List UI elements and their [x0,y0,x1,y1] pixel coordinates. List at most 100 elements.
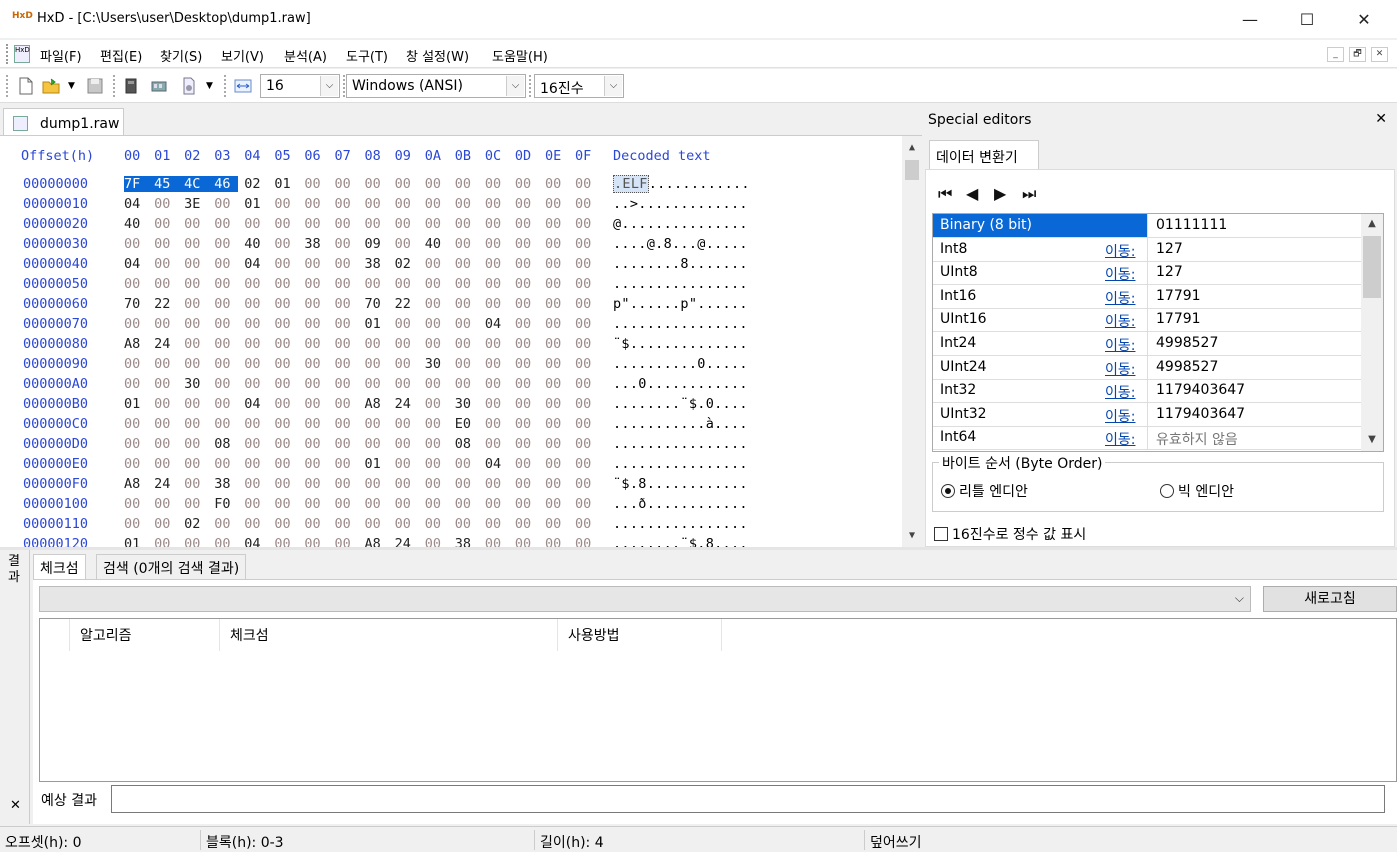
hex-byte[interactable]: 00 [485,376,509,392]
hex-byte[interactable]: 00 [455,196,479,212]
hex-byte[interactable]: F0 [214,496,238,512]
hex-byte[interactable]: 00 [244,376,268,392]
hex-byte[interactable]: E0 [455,416,479,432]
next-icon[interactable]: ▶ [994,184,1006,203]
decoded-text[interactable]: ................ [613,316,748,332]
hex-byte[interactable]: 00 [274,396,298,412]
hex-byte[interactable]: 00 [214,356,238,372]
hex-byte[interactable]: 00 [304,196,328,212]
hex-byte[interactable]: 00 [304,256,328,272]
little-endian-radio[interactable]: 리틀 엔디안 [941,481,1028,501]
hex-byte[interactable]: 00 [425,516,449,532]
hex-byte[interactable]: 00 [395,416,419,432]
hex-byte[interactable]: 24 [395,396,419,412]
hex-byte[interactable]: 00 [455,496,479,512]
hex-byte[interactable]: 40 [244,236,268,252]
hex-byte[interactable]: 24 [154,476,178,492]
hex-byte[interactable]: 00 [334,356,358,372]
goto-link[interactable]: 이동: [1105,335,1135,355]
hex-byte[interactable]: 00 [154,456,178,472]
hex-byte[interactable]: 00 [184,296,208,312]
column-usage[interactable]: 사용방법 [558,619,722,651]
hex-row[interactable]: 00000100 00 00 00 F0 00 00 00 00 00 00 00 00 00 00 00 00… [0,496,900,516]
hex-byte[interactable]: 00 [545,256,569,272]
hex-byte[interactable]: 00 [334,316,358,332]
hex-byte[interactable]: 00 [575,476,599,492]
hex-byte[interactable]: 00 [575,396,599,412]
close-button[interactable]: ✕ [1336,0,1392,38]
hex-byte[interactable]: 00 [244,456,268,472]
hex-byte[interactable]: 00 [334,196,358,212]
hex-byte[interactable]: 00 [395,176,419,192]
hex-byte[interactable]: 00 [124,276,148,292]
hex-row[interactable]: 00000010 04 00 3E 00 01 00 00 00 00 00 00 00 00 00 00 00… [0,196,900,216]
hex-byte[interactable]: 00 [274,516,298,532]
hex-byte[interactable]: 00 [365,176,389,192]
hex-byte[interactable]: 00 [184,476,208,492]
hex-byte[interactable]: 00 [575,496,599,512]
hex-byte[interactable]: 00 [124,376,148,392]
hex-byte[interactable]: 00 [214,396,238,412]
hex-byte[interactable]: 00 [214,336,238,352]
inspector-scrollbar[interactable]: ▲ ▼ [1361,214,1383,451]
hex-byte[interactable]: 00 [455,336,479,352]
hex-byte[interactable]: 38 [365,256,389,272]
open-ram-icon[interactable] [150,77,168,95]
big-endian-radio[interactable]: 빅 엔디안 [1160,481,1234,501]
hex-byte[interactable]: 02 [244,176,268,192]
hex-byte[interactable]: 00 [395,276,419,292]
hex-editor[interactable]: Offset(h) 00 01 02 03 04 05 06 07 08 09 0A 0B 0C 0D 0E… [0,135,922,547]
hex-byte[interactable]: 00 [274,376,298,392]
hex-int-checkbox[interactable]: 16진수로 정수 값 표시 [934,524,1086,544]
decoded-text[interactable]: ..>............. [613,196,748,212]
hex-byte[interactable]: 01 [365,456,389,472]
hex-byte[interactable]: 00 [575,176,599,192]
hex-byte[interactable]: 00 [425,416,449,432]
hex-byte[interactable]: 00 [545,276,569,292]
hex-byte[interactable]: 00 [365,356,389,372]
hex-byte[interactable]: 00 [184,496,208,512]
hex-byte[interactable]: 00 [154,196,178,212]
hex-byte[interactable]: 00 [184,276,208,292]
hex-byte[interactable]: A8 [124,336,148,352]
hex-byte[interactable]: 40 [124,216,148,232]
hex-byte[interactable]: 00 [575,236,599,252]
hex-byte[interactable]: 00 [575,536,599,547]
hex-byte[interactable]: 00 [334,396,358,412]
hex-byte[interactable]: 00 [334,536,358,547]
hex-byte[interactable]: 38 [455,536,479,547]
hex-byte[interactable]: 30 [184,376,208,392]
hex-byte[interactable]: 00 [575,296,599,312]
hex-byte[interactable]: 00 [515,216,539,232]
hex-byte[interactable]: 00 [575,196,599,212]
hex-byte[interactable]: 00 [304,296,328,312]
hex-byte[interactable]: 00 [575,516,599,532]
hex-byte[interactable]: 00 [334,436,358,452]
hex-byte[interactable]: 00 [334,456,358,472]
hex-byte[interactable]: 00 [395,476,419,492]
hex-byte[interactable]: 00 [124,496,148,512]
hex-byte[interactable]: 00 [274,416,298,432]
hex-byte[interactable]: 00 [545,196,569,212]
hex-byte[interactable]: 70 [365,296,389,312]
hex-byte[interactable]: 00 [425,336,449,352]
hex-byte[interactable]: 00 [154,436,178,452]
hex-byte[interactable]: 00 [485,256,509,272]
hex-byte[interactable]: 00 [395,236,419,252]
save-icon[interactable] [86,77,104,95]
hex-byte[interactable]: 00 [425,456,449,472]
results-close-icon[interactable]: ✕ [10,798,21,813]
hex-byte[interactable]: 00 [395,376,419,392]
inspector-row[interactable]: Int8 이동: 127 [933,237,1361,262]
hex-byte[interactable]: 00 [515,316,539,332]
hex-byte[interactable]: 00 [455,316,479,332]
hex-byte[interactable]: 00 [214,216,238,232]
hex-byte[interactable]: 00 [395,316,419,332]
hex-byte[interactable]: 00 [425,496,449,512]
hex-byte[interactable]: 38 [214,476,238,492]
hex-byte[interactable]: 00 [274,336,298,352]
open-dropdown-arrow-icon[interactable]: ▼ [68,81,75,91]
hex-byte[interactable]: 00 [455,256,479,272]
hex-byte[interactable]: 00 [154,516,178,532]
scroll-down-icon[interactable]: ▼ [1361,430,1383,450]
